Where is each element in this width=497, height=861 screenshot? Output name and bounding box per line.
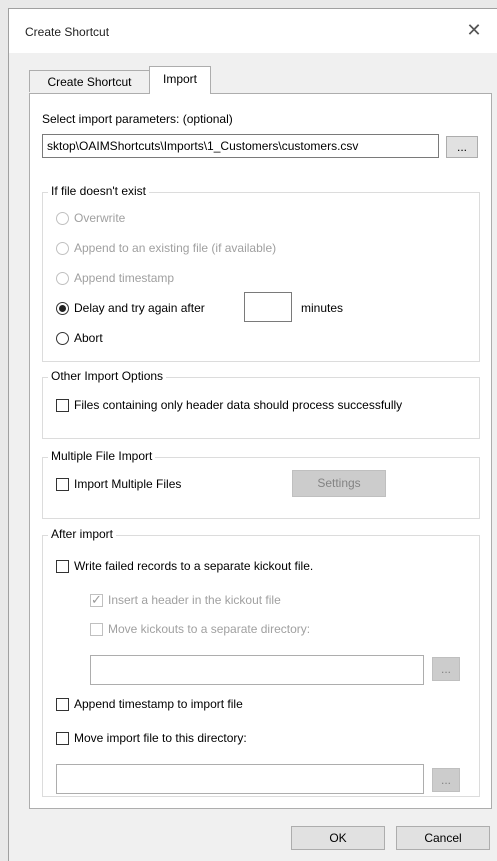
delay-minutes-input[interactable] (244, 292, 292, 322)
other-options-group-title: Other Import Options (48, 369, 167, 383)
import-directory-browse-button: ... (432, 768, 460, 792)
multiple-import-settings-button[interactable]: Settings (292, 470, 386, 497)
import-multiple-checkbox[interactable] (56, 478, 69, 491)
window-frame-left (0, 0, 8, 861)
abort-radio[interactable] (56, 332, 69, 345)
append-timestamp-label: Append timestamp (74, 271, 175, 285)
window-frame-top (0, 0, 497, 8)
close-icon[interactable]: ✕ (463, 19, 485, 41)
window-title: Create Shortcut (25, 25, 110, 39)
delay-radio[interactable] (56, 302, 69, 315)
title-bar: Create Shortcut ✕ (9, 9, 497, 53)
kickout-directory-input (90, 655, 424, 685)
file-missing-group-title: If file doesn't exist (48, 184, 150, 198)
move-kickouts-checkbox (90, 623, 103, 636)
append-timestamp-import-checkbox[interactable] (56, 698, 69, 711)
move-import-file-label[interactable]: Move import file to this directory: (74, 731, 247, 745)
ok-button[interactable]: OK (291, 826, 385, 850)
tab-import[interactable]: Import (149, 66, 211, 94)
after-import-group-title: After import (48, 527, 117, 541)
tab-create-shortcut[interactable]: Create Shortcut (29, 70, 150, 92)
minutes-label: minutes (301, 301, 344, 315)
kickout-directory-browse-button: ... (432, 657, 460, 681)
write-failed-label[interactable]: Write failed records to a separate kicko… (74, 559, 313, 573)
write-failed-checkbox[interactable] (56, 560, 69, 573)
move-kickouts-label: Move kickouts to a separate directory: (108, 622, 311, 636)
create-shortcut-dialog: Create Shortcut ✕ Create Shortcut Import… (8, 8, 497, 861)
import-directory-input (56, 764, 424, 794)
append-timestamp-import-label[interactable]: Append timestamp to import file (74, 697, 243, 711)
header-only-label[interactable]: Files containing only header data should… (74, 398, 402, 412)
cancel-button[interactable]: Cancel (396, 826, 490, 850)
overwrite-label: Overwrite (74, 211, 126, 225)
insert-header-label: Insert a header in the kickout file (108, 593, 281, 607)
append-timestamp-radio (56, 272, 69, 285)
import-tab-panel: Select import parameters: (optional) skt… (29, 93, 492, 809)
header-only-checkbox[interactable] (56, 399, 69, 412)
delay-label[interactable]: Delay and try again after (74, 301, 205, 315)
insert-header-checkbox (90, 592, 103, 608)
import-multiple-label[interactable]: Import Multiple Files (74, 477, 181, 491)
import-params-input[interactable]: sktop\OAIMShortcuts\Imports\1_Customers\… (42, 134, 439, 158)
move-import-file-checkbox[interactable] (56, 732, 69, 745)
append-existing-label: Append to an existing file (if available… (74, 241, 277, 255)
append-existing-radio (56, 242, 69, 255)
overwrite-radio (56, 212, 69, 225)
import-params-label: Select import parameters: (optional) (42, 112, 233, 126)
multiple-import-group-title: Multiple File Import (48, 449, 156, 463)
import-params-browse-button[interactable]: ... (446, 136, 478, 158)
abort-label[interactable]: Abort (74, 331, 103, 345)
